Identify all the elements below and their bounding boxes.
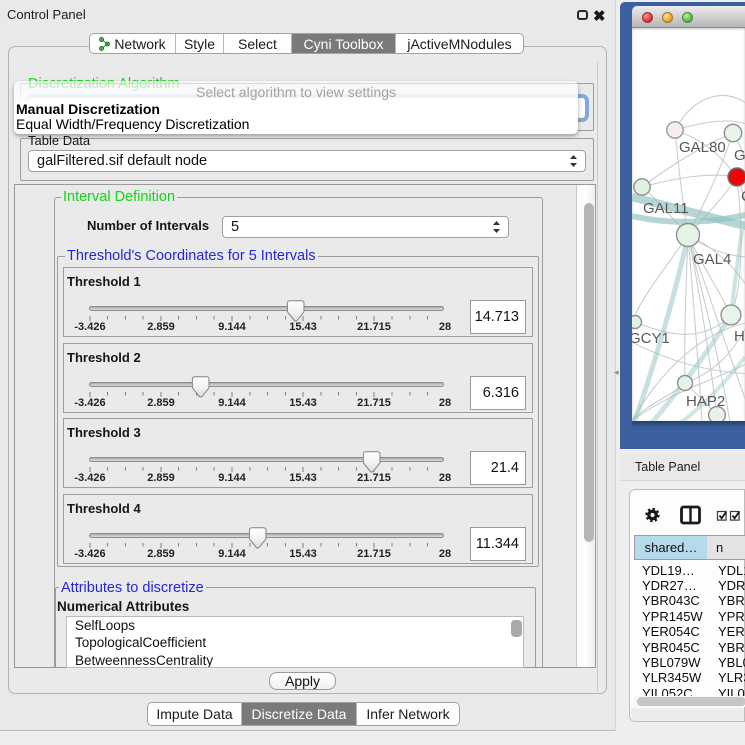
svg-text:H: H	[734, 328, 745, 345]
svg-text:GAL80: GAL80	[679, 139, 726, 156]
svg-text:HAP2: HAP2	[686, 393, 725, 410]
svg-text:G.: G.	[734, 147, 745, 164]
svg-text:GAL4: GAL4	[693, 251, 731, 268]
svg-text:C: C	[741, 188, 745, 205]
svg-text:GAL11: GAL11	[643, 200, 689, 217]
svg-text:GCY1: GCY1	[629, 330, 670, 347]
